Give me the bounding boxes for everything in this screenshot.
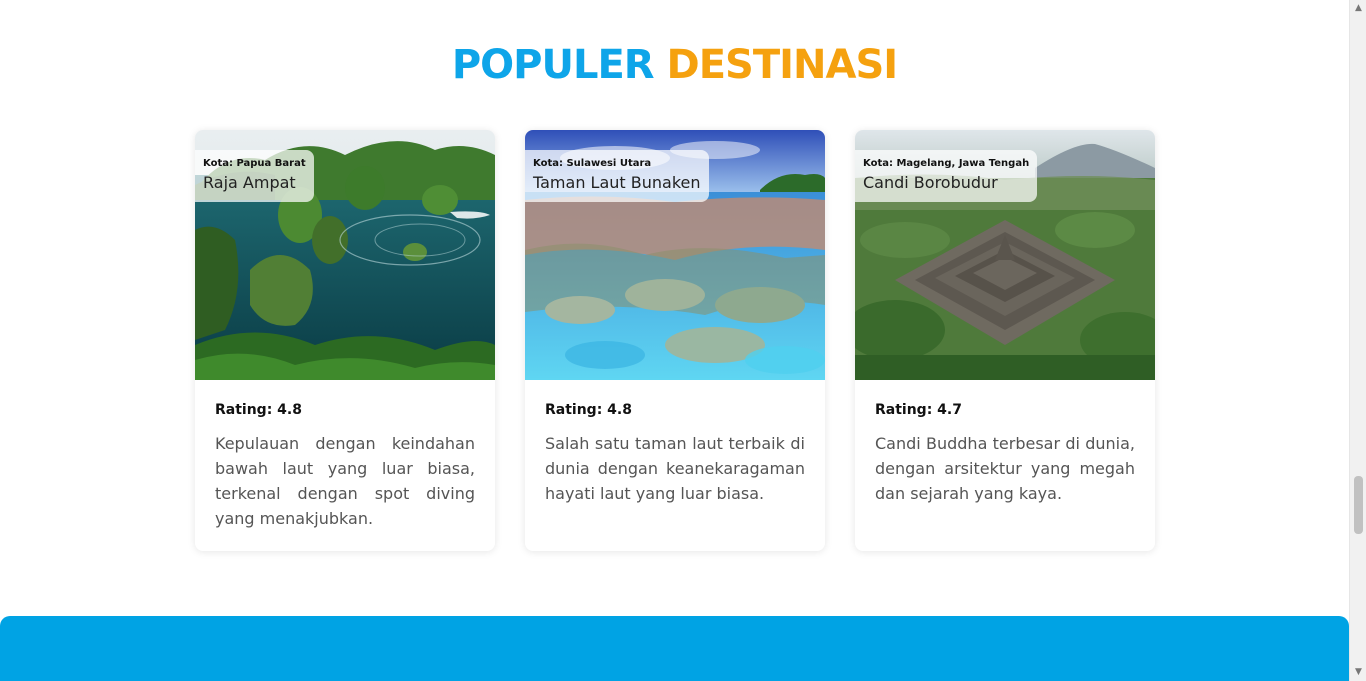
title-part-destinasi: DESTINASI bbox=[666, 42, 899, 88]
destination-card-bunaken[interactable]: Kota: Sulawesi Utara Taman Laut Bunaken … bbox=[525, 130, 825, 551]
rating-label: Rating: 4.7 bbox=[875, 402, 962, 418]
destination-card-raja-ampat[interactable]: Kota: Papua Barat Raja Ampat Rating: 4.8… bbox=[195, 130, 495, 551]
destination-image: Kota: Sulawesi Utara Taman Laut Bunaken bbox=[525, 130, 825, 380]
destination-image: Kota: Papua Barat Raja Ampat bbox=[195, 130, 495, 380]
destination-card-borobudur[interactable]: Kota: Magelang, Jawa Tengah Candi Borobu… bbox=[855, 130, 1155, 551]
footer-section bbox=[0, 616, 1349, 681]
destination-description: Salah satu taman laut terbaik di dunia d… bbox=[545, 434, 805, 503]
location-badge: Kota: Magelang, Jawa Tengah Candi Borobu… bbox=[855, 150, 1038, 202]
destination-description: Kepulauan dengan keindahan bawah laut ya… bbox=[215, 434, 475, 528]
arrow-down-icon[interactable]: ▼ bbox=[1350, 664, 1366, 681]
location-badge: Kota: Papua Barat Raja Ampat bbox=[195, 150, 314, 202]
scrollbar-thumb[interactable] bbox=[1354, 476, 1363, 534]
card-body: Rating: 4.8 Kepulauan dengan keindahan b… bbox=[215, 400, 475, 531]
rating-label: Rating: 4.8 bbox=[215, 402, 302, 418]
page: POPULER DESTINASI Kota: Papua Barat Raja… bbox=[0, 0, 1349, 681]
section-title: POPULER DESTINASI bbox=[0, 42, 1349, 88]
destination-name: Taman Laut Bunaken bbox=[533, 173, 701, 192]
destination-name: Raja Ampat bbox=[203, 173, 296, 192]
vertical-scrollbar[interactable]: ▲ ▼ bbox=[1349, 0, 1366, 681]
card-body: Rating: 4.7 Candi Buddha terbesar di dun… bbox=[875, 400, 1135, 506]
city-label: Kota: Magelang, Jawa Tengah bbox=[863, 158, 1030, 169]
destination-description: Candi Buddha terbesar di dunia, dengan a… bbox=[875, 434, 1135, 503]
arrow-up-icon[interactable]: ▲ bbox=[1350, 0, 1366, 17]
rating-label: Rating: 4.8 bbox=[545, 402, 632, 418]
card-body: Rating: 4.8 Salah satu taman laut terbai… bbox=[545, 400, 805, 506]
title-part-populer: POPULER bbox=[451, 42, 655, 88]
destination-image: Kota: Magelang, Jawa Tengah Candi Borobu… bbox=[855, 130, 1155, 380]
city-label: Kota: Papua Barat bbox=[203, 158, 306, 169]
destination-name: Candi Borobudur bbox=[863, 173, 998, 192]
city-label: Kota: Sulawesi Utara bbox=[533, 158, 652, 169]
location-badge: Kota: Sulawesi Utara Taman Laut Bunaken bbox=[525, 150, 709, 202]
